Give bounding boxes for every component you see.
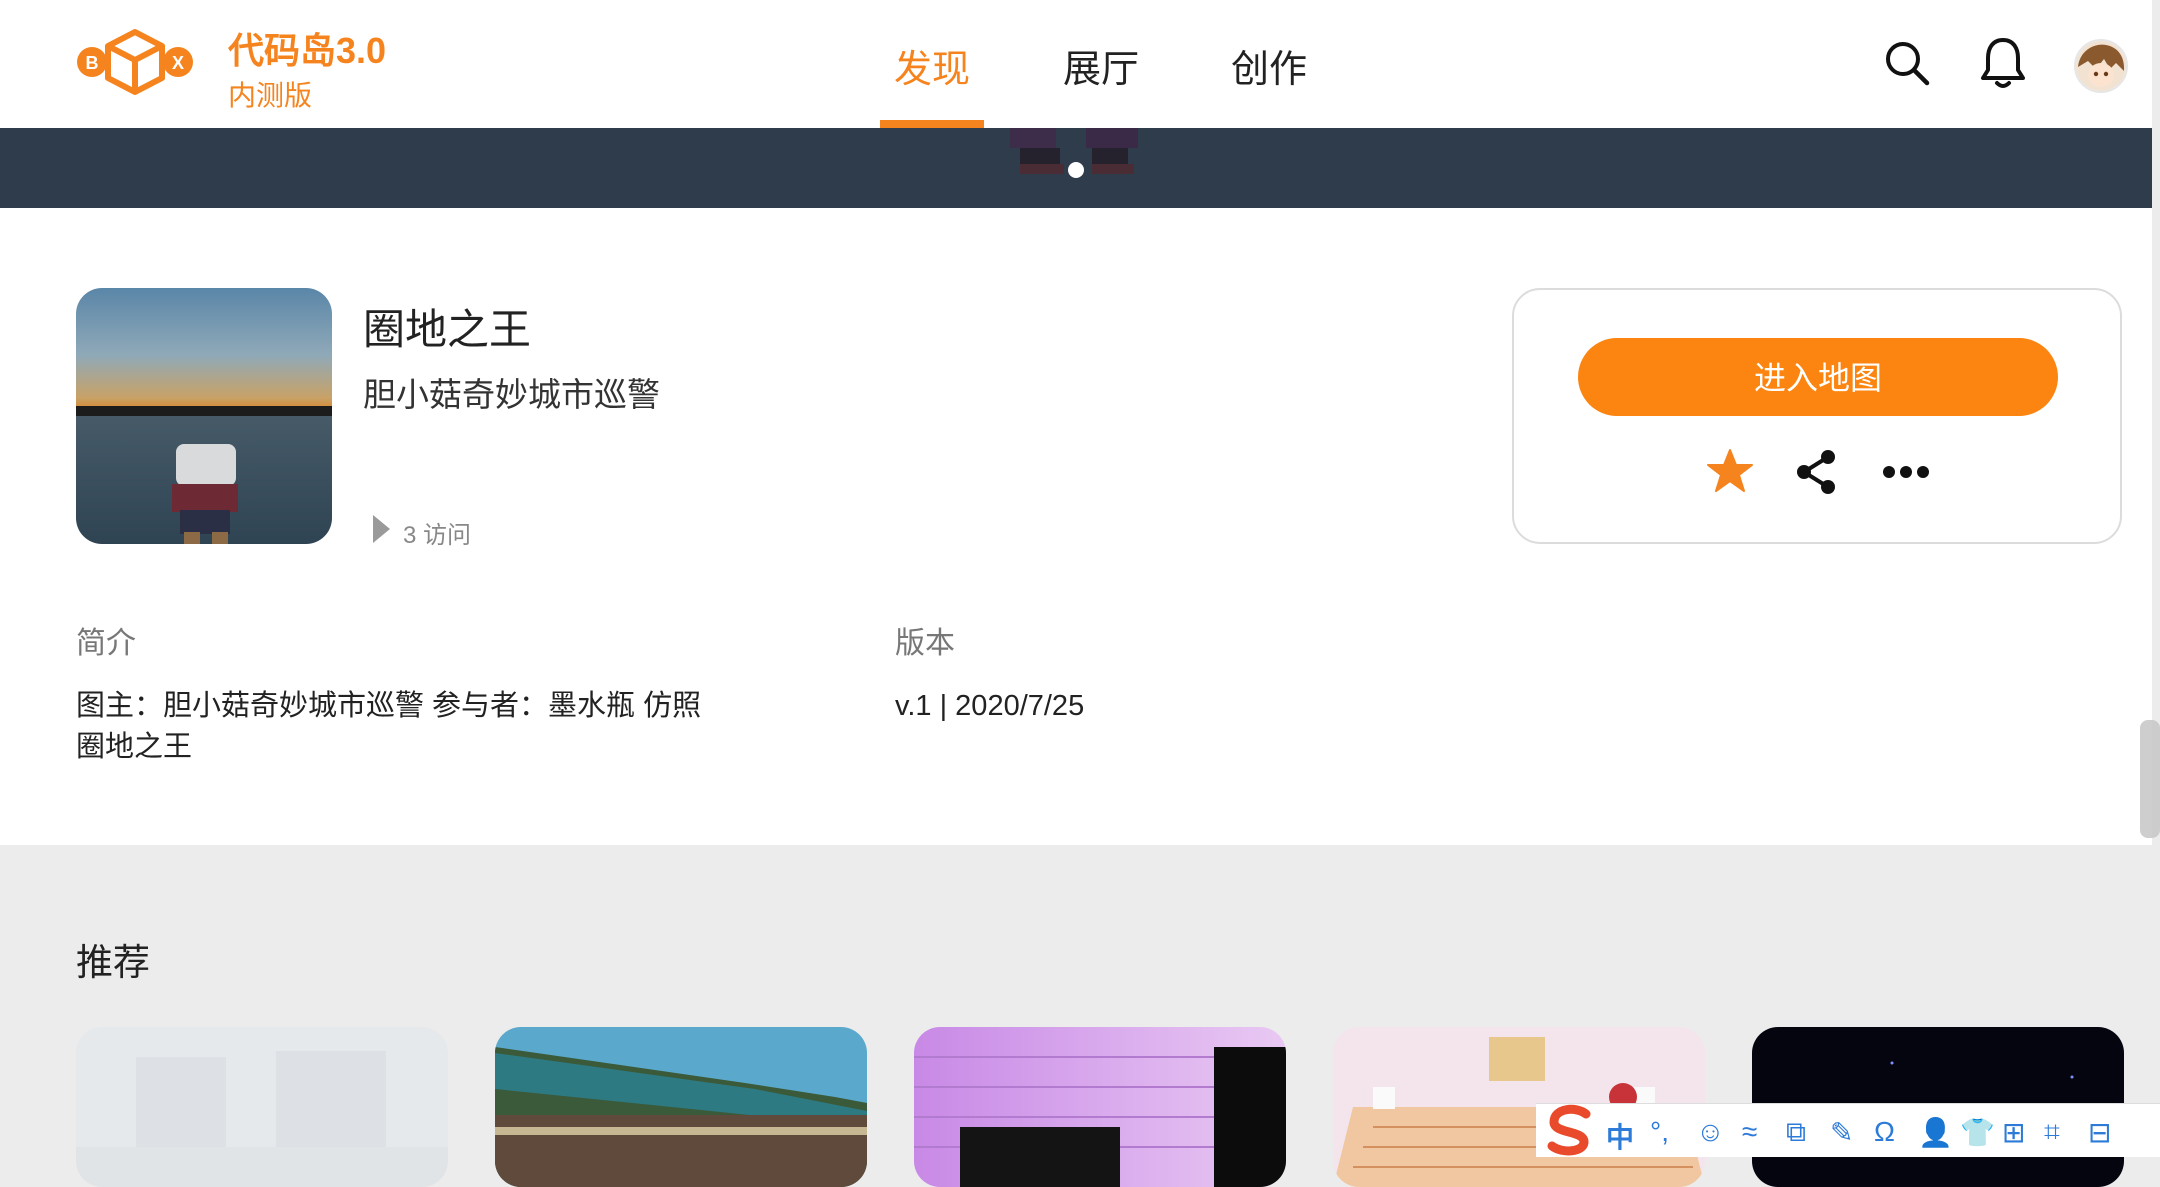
sogou-ime-logo-icon[interactable] — [1546, 1104, 1596, 1156]
intro-label: 简介 — [76, 627, 136, 660]
bell-icon[interactable] — [1980, 36, 2026, 90]
intro-text-line: 图主：胆小菇奇妙城市巡警 参与者：墨水瓶 仿照 — [76, 690, 702, 722]
brand-edition: 内测版 — [228, 80, 313, 111]
brand-name[interactable]: 代码岛3.0 — [228, 22, 386, 74]
logo-letter-b: B — [86, 53, 99, 73]
ime-crop-icon[interactable]: ⌗ — [2044, 1116, 2060, 1149]
logo-letter-x: X — [172, 53, 184, 73]
ime-account-icon[interactable]: 👤 — [1918, 1116, 1953, 1149]
ime-chinese-mode[interactable]: 中 — [1606, 1116, 1634, 1156]
ime-toolbox-icon[interactable]: ⊟ — [2088, 1116, 2111, 1149]
carousel-indicator-dot[interactable] — [1068, 162, 1084, 178]
ime-keyboard-icon[interactable]: ⊞ — [2002, 1116, 2025, 1149]
ime-emoticon-icon[interactable]: ≈ — [1742, 1116, 1757, 1148]
star-icon[interactable] — [1706, 448, 1754, 494]
share-icon[interactable] — [1794, 448, 1838, 496]
ime-punctuation-icon[interactable]: °, — [1650, 1116, 1669, 1148]
version-label: 版本 — [895, 627, 955, 660]
logo-icon[interactable]: B X — [76, 26, 194, 98]
ime-handwrite-icon[interactable]: ✎ — [1830, 1116, 1853, 1149]
avatar-image — [2076, 41, 2126, 91]
more-icon[interactable] — [1882, 462, 1930, 482]
top-navbar: B X 代码岛3.0 内测版 发现 展厅 创作 — [0, 0, 2152, 128]
recommend-title: 推荐 — [76, 942, 150, 983]
active-tab-indicator — [880, 120, 984, 128]
version-text: v.1 | 2020/7/25 — [895, 690, 1085, 722]
recommend-card-image — [914, 1027, 1286, 1187]
ime-emoji-icon[interactable]: ☺ — [1696, 1116, 1725, 1148]
recommend-card-image — [495, 1027, 867, 1187]
user-avatar[interactable] — [2074, 39, 2128, 93]
scrollbar-thumb[interactable] — [2140, 720, 2160, 838]
ime-toolbar: 中 °, ☺ ≈ ⧉ ✎ Ω 👤 👕 ⊞ ⌗ ⊟ — [1536, 1103, 2160, 1157]
recommend-card[interactable] — [495, 1027, 867, 1187]
ime-clipboard-icon[interactable]: ⧉ — [1786, 1116, 1806, 1149]
map-thumbnail — [76, 288, 332, 544]
tab-gallery[interactable]: 展厅 — [1063, 38, 1139, 93]
recommend-card-image — [76, 1027, 448, 1187]
recommend-card[interactable] — [914, 1027, 1286, 1187]
visit-count: 3 访问 — [403, 522, 472, 549]
tab-discover[interactable]: 发现 — [894, 38, 970, 93]
intro-text: 图主：胆小菇奇妙城市巡警 参与者：墨水瓶 仿照 圈地之王 — [76, 686, 716, 768]
map-title: 圈地之王 — [363, 306, 532, 353]
recommend-card[interactable] — [76, 1027, 448, 1187]
search-icon[interactable] — [1882, 38, 1932, 88]
map-author[interactable]: 胆小菇奇妙城市巡警 — [363, 368, 660, 416]
tab-create[interactable]: 创作 — [1231, 38, 1307, 93]
ime-skin-icon[interactable]: 👕 — [1960, 1116, 1995, 1149]
map-thumbnail-image — [76, 288, 332, 544]
enter-map-button[interactable]: 进入地图 — [1578, 338, 2058, 416]
intro-text-line: 圈地之王 — [76, 731, 193, 763]
ime-symbol-icon[interactable]: Ω — [1874, 1116, 1895, 1148]
play-icon — [373, 515, 390, 543]
